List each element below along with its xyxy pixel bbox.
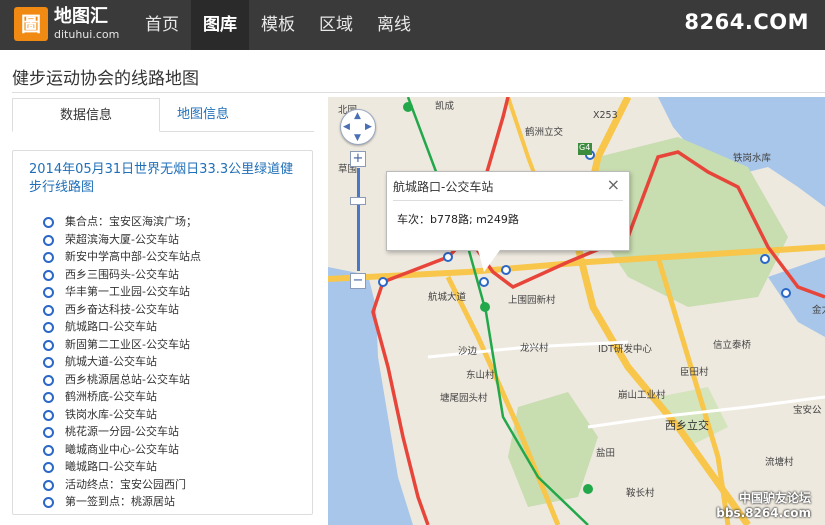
- zoom-slider-thumb[interactable]: [350, 197, 366, 205]
- map-label: IDT研发中心: [598, 344, 652, 355]
- list-item[interactable]: 新固第二工业区-公交车站: [39, 336, 299, 354]
- stop-marker[interactable]: [479, 277, 489, 287]
- logo-domain: dituhui.com: [54, 28, 120, 41]
- nav-templates[interactable]: 模板: [249, 0, 307, 50]
- site-logo[interactable]: 圖 地图汇 dituhui.com: [14, 7, 132, 43]
- map-label: 盐田: [596, 448, 616, 459]
- zoom-out-button[interactable]: −: [350, 273, 366, 289]
- map-label: G4: [579, 143, 591, 152]
- stop-marker[interactable]: [378, 277, 388, 287]
- page-title: 健步运动协会的线路地图: [12, 69, 199, 89]
- close-icon[interactable]: ×: [607, 175, 620, 194]
- map-label: 沙边: [458, 346, 478, 357]
- zoom-in-button[interactable]: +: [350, 151, 366, 167]
- zoom-slider-track[interactable]: [357, 168, 360, 271]
- logo-icon: 圖: [14, 7, 48, 41]
- map-label: 西乡立交: [665, 419, 709, 432]
- list-item[interactable]: 铁岗水库-公交车站: [39, 406, 299, 424]
- route-panel: 2014年05月31日世界无烟日33.3公里绿道健步行线路图 集合点：宝安区海滨…: [12, 150, 313, 515]
- pan-down-icon[interactable]: ▼: [354, 134, 361, 143]
- nav-home[interactable]: 首页: [133, 0, 191, 50]
- popup-pointer: [478, 250, 500, 272]
- stop-info-popup: 航城路口-公交车站 × 车次：b778路; m249路: [386, 171, 630, 251]
- map-label: 信立泰桥: [713, 340, 752, 351]
- list-item[interactable]: 活动终点：宝安公园西门: [39, 476, 299, 494]
- list-item[interactable]: 华丰第一工业园-公交车站: [39, 283, 299, 301]
- list-item[interactable]: 西乡三围码头-公交车站: [39, 266, 299, 284]
- tab-data-info[interactable]: 数据信息: [12, 98, 160, 132]
- popup-title: 航城路口-公交车站: [393, 180, 494, 194]
- stop-marker[interactable]: [781, 288, 791, 298]
- sea-water: [328, 267, 413, 525]
- metro-station-icon: [480, 302, 490, 312]
- map-label: 鞍长村: [626, 488, 655, 499]
- site-watermark: 8264.COM: [684, 10, 809, 34]
- top-navigation-bar: 圖 地图汇 dituhui.com 首页 图库 模板 区域 离线 8264.CO…: [0, 0, 825, 50]
- map-label: 鹤洲立交: [525, 127, 564, 138]
- stop-marker[interactable]: [443, 252, 453, 262]
- list-item[interactable]: 航城路口-公交车站: [39, 318, 299, 336]
- map-label: 流塘村: [765, 457, 794, 468]
- list-item[interactable]: 西乡桃源居总站-公交车站: [39, 371, 299, 389]
- map-label: 龙兴村: [520, 343, 549, 354]
- watermark-cn: 中国驴友论坛: [738, 491, 811, 505]
- map-label: 崩山工业村: [618, 390, 666, 401]
- list-item[interactable]: 新安中学高中部-公交车站点: [39, 248, 299, 266]
- route-title-link[interactable]: 2014年05月31日世界无烟日33.3公里绿道健步行线路图: [29, 161, 305, 197]
- map-label: 臣田村: [680, 367, 709, 378]
- map-label: 上围园新村: [508, 295, 556, 306]
- pan-right-icon[interactable]: ▶: [365, 123, 372, 132]
- list-item[interactable]: 曦城路口-公交车站: [39, 458, 299, 476]
- info-tabs: 数据信息 地图信息: [12, 98, 314, 132]
- map-label: 航城大道: [428, 292, 467, 303]
- metro-station-icon: [403, 102, 413, 112]
- map-label: 凯成: [435, 101, 455, 112]
- map-label: 金力: [812, 305, 825, 316]
- map-label: 塘尾园头村: [440, 393, 488, 404]
- popup-body: 车次：b778路; m249路: [397, 213, 519, 226]
- list-item[interactable]: 航城大道-公交车站: [39, 353, 299, 371]
- pan-left-icon[interactable]: ◀: [343, 123, 350, 132]
- watermark-en: bbs.8264.com: [716, 506, 811, 520]
- tab-map-info[interactable]: 地图信息: [160, 98, 246, 132]
- logo-text: 地图汇: [54, 6, 108, 27]
- list-item[interactable]: 西乡奋达科技-公交车站: [39, 301, 299, 319]
- list-item[interactable]: 桃花源一分园-公交车站: [39, 423, 299, 441]
- divider: [393, 200, 623, 201]
- list-item[interactable]: 第一签到点：桃源居站: [39, 493, 299, 511]
- pan-up-icon[interactable]: ▲: [354, 112, 361, 121]
- map-label: 东山村: [466, 370, 495, 381]
- map-label: 铁岗水库: [733, 153, 772, 164]
- map-canvas[interactable]: 北园 凯成 草围 鹤洲立交 X253 G4 铁岗水库 航城大道 上围园新村 金力…: [328, 97, 825, 525]
- forum-watermark: 中国驴友论坛 bbs.8264.com: [716, 491, 811, 521]
- map-label: X253: [593, 110, 618, 121]
- stop-list: 集合点：宝安区海滨广场； 荣超滨海大厦-公交车站 新安中学高中部-公交车站点 西…: [39, 213, 299, 511]
- main-nav: 首页 图库 模板 区域 离线: [133, 0, 423, 50]
- nav-gallery[interactable]: 图库: [191, 0, 249, 50]
- pan-control[interactable]: ▲ ▼ ◀ ▶: [340, 109, 376, 145]
- list-item[interactable]: 集合点：宝安区海滨广场；: [39, 213, 299, 231]
- nav-offline[interactable]: 离线: [365, 0, 423, 50]
- list-item[interactable]: 鹤洲桥底-公交车站: [39, 388, 299, 406]
- reservoir-water-2: [768, 257, 825, 337]
- stop-marker[interactable]: [501, 265, 511, 275]
- metro-station-icon: [583, 484, 593, 494]
- divider: [12, 92, 825, 93]
- list-item[interactable]: 曦城商业中心-公交车站: [39, 441, 299, 459]
- nav-regions[interactable]: 区域: [307, 0, 365, 50]
- stop-marker[interactable]: [760, 254, 770, 264]
- map-label: 宝安公: [793, 405, 822, 416]
- list-item[interactable]: 荣超滨海大厦-公交车站: [39, 231, 299, 249]
